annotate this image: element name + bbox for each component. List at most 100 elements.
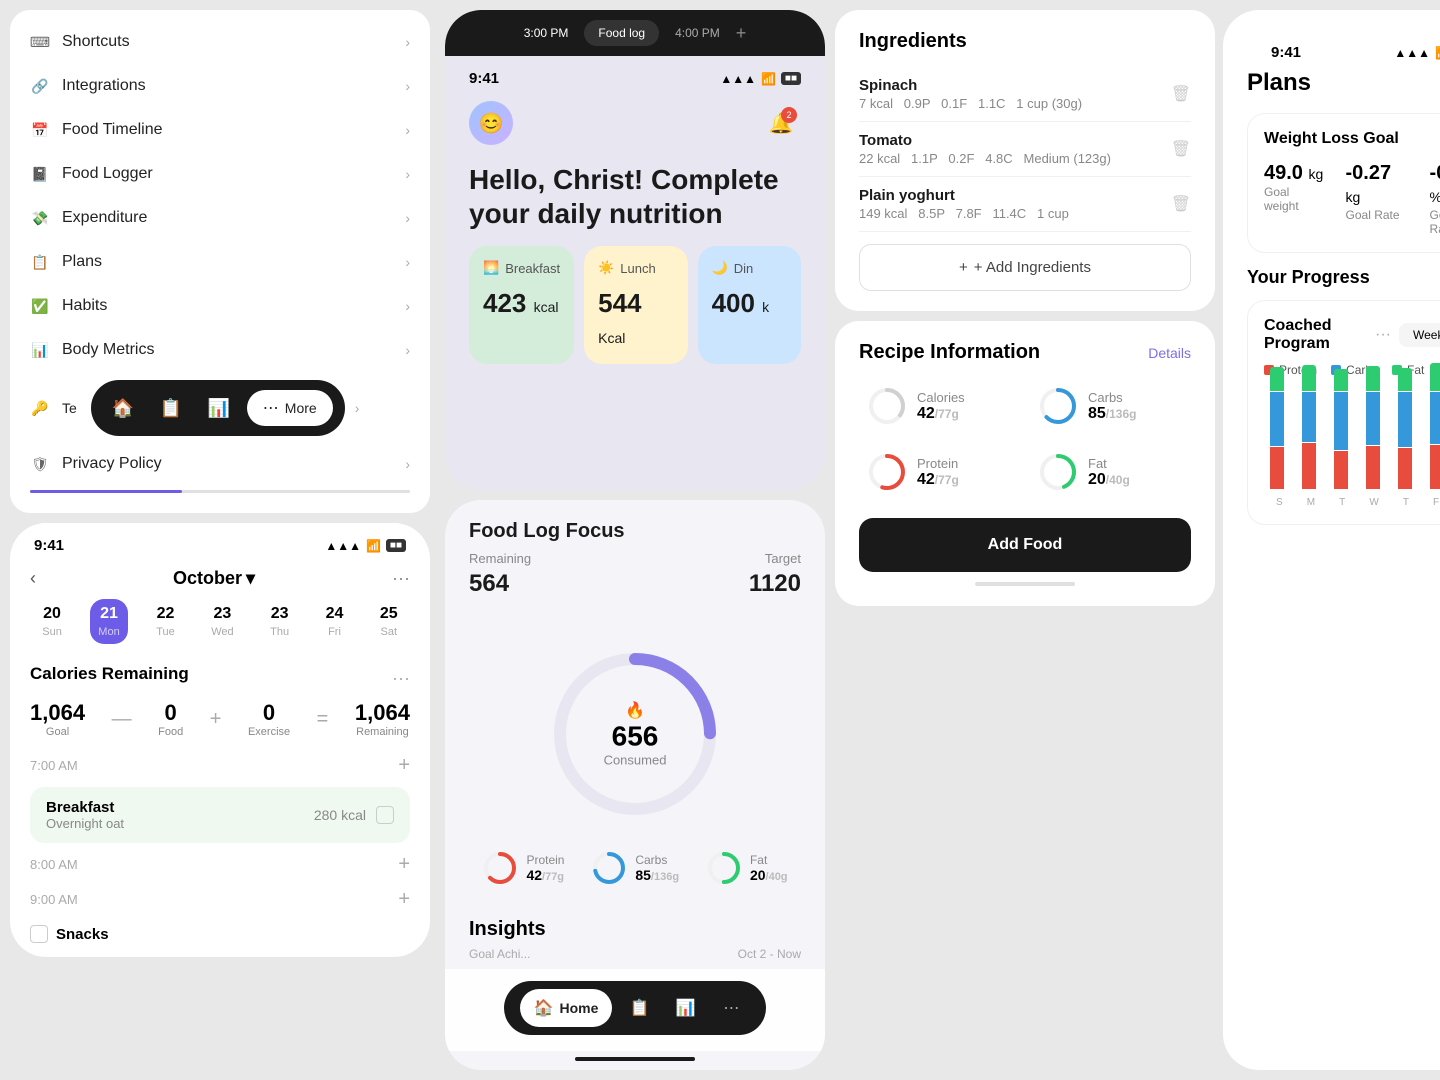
carbs-info: Carbs 85/136g <box>1088 390 1136 423</box>
phone-nav-more[interactable]: ⋯ <box>712 989 750 1027</box>
cal-status-icons: ▲▲▲ 📶 ■■ <box>325 537 406 554</box>
details-link[interactable]: Details <box>1148 345 1191 361</box>
add-ingredients-icon: + <box>959 259 968 276</box>
goal-achieved-label: Goal Achi... <box>469 947 530 961</box>
weekly-dropdown[interactable]: Weekly Monthly <box>1399 323 1440 347</box>
privacy-policy-item[interactable]: 🛡 Privacy Policy › <box>10 442 430 486</box>
integrations-chevron: › <box>405 78 410 94</box>
menu-item-habits[interactable]: ✅ Habits › <box>10 284 430 328</box>
cal-day-fri[interactable]: 24 Fri <box>318 599 352 644</box>
goal-rate-stat: -0.27 kg Goal Rate <box>1346 162 1410 236</box>
phone-nav-chart[interactable]: 📊 <box>666 989 704 1027</box>
cal-day-thu[interactable]: 23 Thu <box>262 599 297 644</box>
food-timeline-label: Food Timeline <box>62 121 163 139</box>
cal-day-sat[interactable]: 25 Sat <box>372 599 406 644</box>
add-time-btn[interactable]: + <box>736 23 747 44</box>
calories-value: 42/77g <box>917 405 965 423</box>
shield-icon: 🛡 <box>30 454 50 474</box>
fat-label: Fat <box>750 853 788 867</box>
food-logger-label: Food Logger <box>62 165 153 183</box>
phone-nav-home[interactable]: 🏠 Home <box>520 989 613 1027</box>
bar-segment <box>1302 365 1316 391</box>
breakfast-food: Overnight oat <box>46 816 124 831</box>
add-ingredients-btn[interactable]: + + Add Ingredients <box>859 244 1191 291</box>
cal-day-wed[interactable]: 23 Wed <box>203 599 241 644</box>
weight-goal-title: Weight Loss Goal <box>1264 130 1399 148</box>
bar-segment <box>1302 443 1316 489</box>
cal-day-mon[interactable]: 21 Mon <box>90 599 127 644</box>
food-timeline-icon: 📅 <box>30 120 50 140</box>
breakfast-card[interactable]: 🌅 Breakfast 423 kcal <box>469 246 574 364</box>
nav-chart-icon[interactable]: 📊 <box>199 388 239 428</box>
cal-remaining-more[interactable]: ··· <box>392 668 410 689</box>
cal-more-btn[interactable]: ··· <box>392 568 410 589</box>
date-range: Oct 2 - Now <box>738 947 801 961</box>
carbs-cell: Carbs 85/136g <box>1030 378 1191 434</box>
add-8am-btn[interactable]: + <box>398 853 410 876</box>
fat-info: Fat 20/40g <box>1088 456 1130 489</box>
bottom-indicator <box>975 582 1075 586</box>
time-9am-row: 9:00 AM + <box>10 882 430 917</box>
add-7am-btn[interactable]: + <box>398 754 410 777</box>
bar-segment <box>1430 445 1440 489</box>
menu-item-food-timeline[interactable]: 📅 Food Timeline › <box>10 108 430 152</box>
dinner-type: Din <box>734 261 754 276</box>
menu-item-shortcuts[interactable]: ⌨ Shortcuts › <box>10 20 430 64</box>
cal-month-selector[interactable]: October ▾ <box>173 568 255 589</box>
bar-segment <box>1366 446 1380 489</box>
calendar-phone-card: 9:41 ▲▲▲ 📶 ■■ ‹ October ▾ ··· 20 Sun 21 <box>10 523 430 957</box>
phone-nav-log[interactable]: 📋 <box>620 989 658 1027</box>
cal-day-tue[interactable]: 22 Tue <box>148 599 183 644</box>
spinach-delete[interactable]: 🗑 <box>1171 84 1191 104</box>
calories-label: Calories <box>917 390 965 405</box>
greeting-text: Hello, Christ! Complete your daily nutri… <box>445 153 825 246</box>
menu-item-body-metrics[interactable]: 📊 Body Metrics › <box>10 328 430 372</box>
body-metrics-label: Body Metrics <box>62 341 154 359</box>
tomato-delete[interactable]: 🗑 <box>1171 139 1191 159</box>
nav-log-icon[interactable]: 📋 <box>151 388 191 428</box>
cal-back-btn[interactable]: ‹ <box>30 568 36 589</box>
add-ingredients-label: + Add Ingredients <box>974 259 1091 276</box>
habits-chevron: › <box>405 298 410 314</box>
bar-stack <box>1430 363 1440 489</box>
snacks-checkbox[interactable] <box>30 925 48 943</box>
weekly-bar-chart <box>1264 389 1440 489</box>
cal-day-sun[interactable]: 20 Sun <box>34 599 70 644</box>
menu-item-integrations[interactable]: 🔗 Integrations › <box>10 64 430 108</box>
dinner-kcal-val: 400 k <box>712 288 770 318</box>
calories-info: Calories 42/77g <box>917 390 965 423</box>
add-food-button[interactable]: Add Food <box>859 518 1191 572</box>
yoghurt-delete[interactable]: 🗑 <box>1171 194 1191 214</box>
fat-val: 20/40g <box>750 867 788 883</box>
nav-more-btn[interactable]: ⋯ More <box>247 390 333 426</box>
bar-segment <box>1334 392 1348 450</box>
carbs-circle <box>1038 386 1078 426</box>
menu-item-plans[interactable]: 📋 Plans › <box>10 240 430 284</box>
coached-more-btn[interactable]: ··· <box>1375 326 1391 344</box>
lunch-card[interactable]: ☀️ Lunch 544 Kcal <box>584 246 687 364</box>
consumed-label: Consumed <box>604 752 667 767</box>
dinner-card[interactable]: 🌙 Din 400 k <box>698 246 801 364</box>
breakfast-checkbox[interactable] <box>376 806 394 824</box>
macro-summary-row: Protein 42/77g Carbs 85/136g <box>445 834 825 902</box>
cal-dropdown-icon: ▾ <box>246 568 255 589</box>
breakfast-title: Breakfast <box>46 799 124 816</box>
bar-stack <box>1334 369 1348 489</box>
nav-home-icon[interactable]: 🏠 <box>103 388 143 428</box>
user-avatar[interactable]: 😊 <box>469 101 513 145</box>
main-phone-top: 3:00 PM Food log 4:00 PM + 9:41 ▲▲▲ 📶 ■■… <box>445 10 825 490</box>
remaining-value: 564 <box>469 570 509 598</box>
yoghurt-macros: 149 kcal 8.5P 7.8F 11.4C 1 cup <box>859 206 1069 221</box>
add-9am-btn[interactable]: + <box>398 888 410 911</box>
menu-item-expenditure[interactable]: 💸 Expenditure › <box>10 196 430 240</box>
food-log-btn[interactable]: Food log <box>584 20 659 46</box>
cal-food-label: Food <box>158 726 183 738</box>
integrations-icon: 🔗 <box>30 76 50 96</box>
spinach-macros: 7 kcal 0.9P 0.1F 1.1C 1 cup (30g) <box>859 96 1082 111</box>
menu-item-food-logger[interactable]: 📓 Food Logger › <box>10 152 430 196</box>
notification-badge: 2 <box>781 107 797 123</box>
cal-exercise-val: 0 <box>263 700 275 726</box>
cal-food-val: 0 <box>165 700 177 726</box>
main-battery: ■■ <box>781 72 801 85</box>
notification-bell[interactable]: 🔔 2 <box>761 103 801 143</box>
